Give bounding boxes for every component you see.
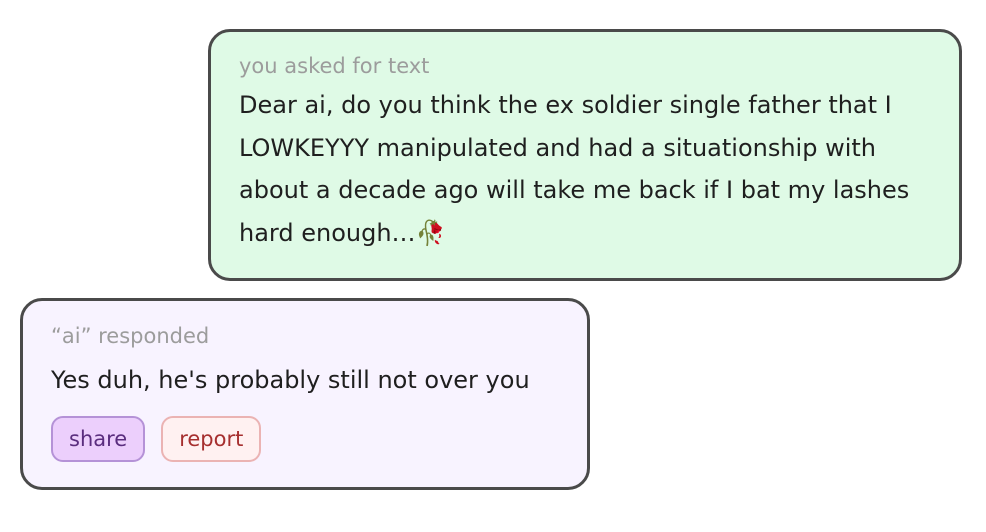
user-message-text: Dear ai, do you think the ex soldier sin… bbox=[239, 84, 929, 254]
wilted-rose-icon: 🥀 bbox=[415, 218, 446, 247]
user-message-body: Dear ai, do you think the ex soldier sin… bbox=[239, 91, 910, 247]
report-button[interactable]: report bbox=[161, 415, 262, 462]
share-button[interactable]: share bbox=[51, 415, 146, 462]
user-message-caption: you asked for text bbox=[239, 54, 430, 78]
ai-response-caption: “ai” responded bbox=[51, 324, 210, 348]
response-actions: share report bbox=[51, 415, 559, 462]
user-message-card: you asked for text Dear ai, do you think… bbox=[208, 29, 962, 281]
ai-response-text: Yes duh, he's probably still not over yo… bbox=[51, 366, 530, 394]
ai-response-card: “ai” responded Yes duh, he's probably st… bbox=[20, 298, 590, 490]
